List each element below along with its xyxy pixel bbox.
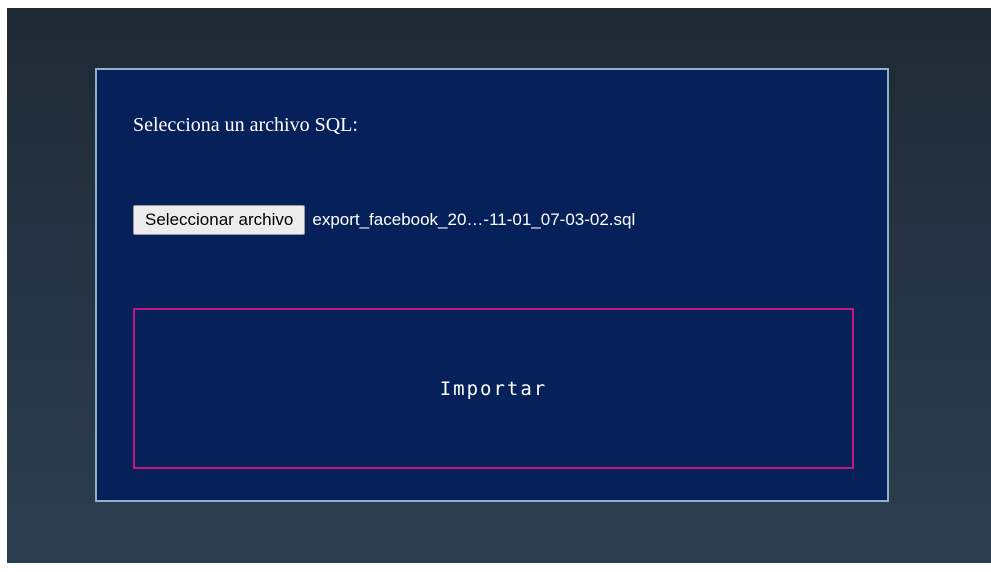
import-page-background: Selecciona un archivo SQL: Seleccionar a… bbox=[7, 8, 991, 563]
file-input[interactable]: Seleccionar archivo export_facebook_20…-… bbox=[133, 205, 635, 235]
select-file-prompt: Selecciona un archivo SQL: bbox=[133, 114, 358, 136]
selected-file-name: export_facebook_20…-11-01_07-03-02.sql bbox=[312, 210, 636, 229]
choose-file-button[interactable]: Seleccionar archivo bbox=[133, 205, 306, 235]
import-button[interactable]: Importar bbox=[133, 308, 854, 469]
import-panel: Selecciona un archivo SQL: Seleccionar a… bbox=[95, 68, 889, 502]
